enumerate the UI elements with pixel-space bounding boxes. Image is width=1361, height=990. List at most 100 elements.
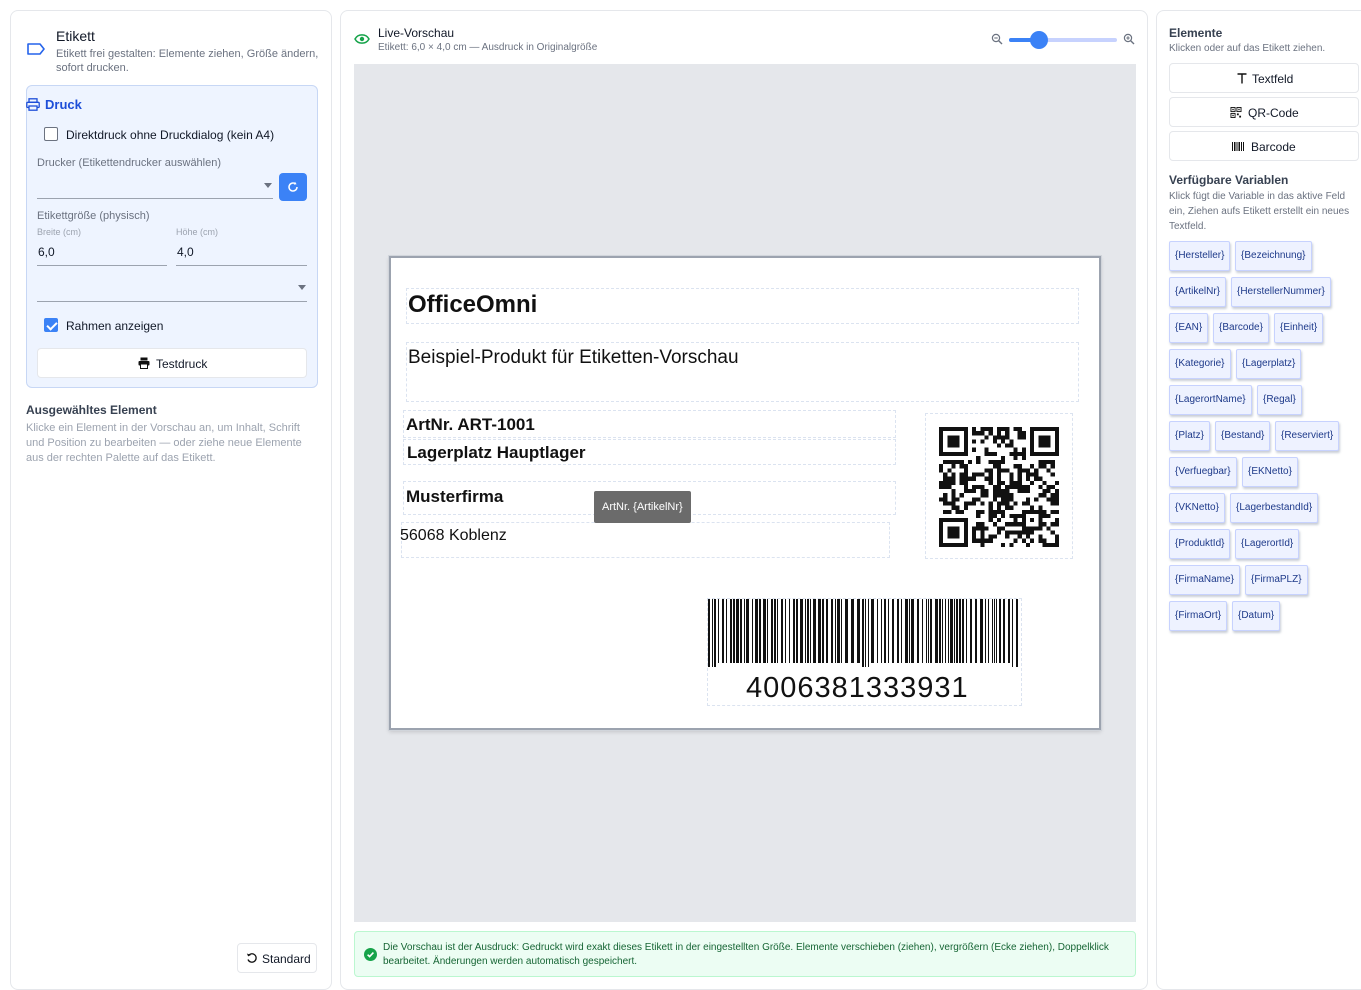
barcode-bar xyxy=(948,599,949,663)
variable-chip[interactable]: {FirmaName} xyxy=(1169,565,1240,595)
barcode-bar xyxy=(822,599,824,663)
refresh-printers-button[interactable] xyxy=(279,173,307,201)
variable-chip[interactable]: {ProduktId} xyxy=(1169,529,1231,559)
selected-element-title: Ausgewähltes Element xyxy=(26,403,157,417)
qr-module xyxy=(996,526,1002,531)
variable-chip[interactable]: {Bestand} xyxy=(1215,421,1271,451)
variable-chip[interactable]: {LagerortId} xyxy=(1235,529,1300,559)
qr-module xyxy=(976,455,981,461)
test-print-button[interactable]: Testdruck xyxy=(37,348,307,378)
qr-module xyxy=(1025,534,1031,539)
variable-chip[interactable]: {HerstellerNummer} xyxy=(1231,277,1331,307)
direct-print-checkbox[interactable] xyxy=(44,127,58,141)
add-qrcode-button[interactable]: QR-Code xyxy=(1169,97,1359,127)
variable-chip[interactable]: {LagerbestandId} xyxy=(1230,493,1319,523)
elements-title: Elemente xyxy=(1169,26,1223,40)
qr-module xyxy=(951,439,956,444)
variable-chip[interactable]: {ArtikelNr} xyxy=(1169,277,1227,307)
variable-chip[interactable]: {Barcode} xyxy=(1213,313,1269,343)
qr-module xyxy=(988,513,993,519)
add-barcode-button[interactable]: Barcode xyxy=(1169,131,1359,161)
qr-module xyxy=(943,509,948,514)
qr-module xyxy=(1021,522,1026,527)
barcode-bar xyxy=(922,599,923,663)
qr-module xyxy=(1046,468,1051,473)
qr-module xyxy=(1030,464,1035,469)
barcode-bar xyxy=(818,599,821,663)
qr-module xyxy=(955,427,960,432)
qr-module xyxy=(943,427,948,432)
qr-module xyxy=(1054,534,1059,539)
printer-select[interactable] xyxy=(37,179,273,199)
zoom-in-icon[interactable] xyxy=(1123,33,1135,45)
qr-module xyxy=(939,468,944,473)
qr-module xyxy=(951,542,956,547)
variable-chip[interactable]: {Verfuegbar} xyxy=(1169,457,1237,487)
qr-module xyxy=(1001,460,1006,465)
barcode-bar xyxy=(909,599,910,663)
barcode-bar xyxy=(746,599,749,663)
frame-label[interactable]: Rahmen anzeigen xyxy=(66,319,163,333)
add-textfield-button[interactable]: Textfeld xyxy=(1169,63,1359,93)
label-element-company[interactable]: OfficeOmni xyxy=(406,288,1079,324)
qr-module xyxy=(1042,480,1047,485)
variable-chip[interactable]: {Reserviert} xyxy=(1275,421,1340,451)
qr-module xyxy=(1046,443,1051,448)
qr-module xyxy=(1030,518,1035,523)
frame-checkbox[interactable] xyxy=(44,318,58,332)
qr-module xyxy=(1021,509,1026,514)
variable-chip[interactable]: {Kategorie} xyxy=(1169,349,1231,379)
barcode-bar xyxy=(871,599,874,663)
qr-module xyxy=(1050,522,1055,527)
qr-module xyxy=(947,443,952,448)
qr-module xyxy=(1025,501,1031,506)
qr-module xyxy=(947,484,952,490)
qr-module xyxy=(943,460,948,465)
qr-module xyxy=(980,493,985,498)
qr-module xyxy=(1013,427,1018,432)
label-element-bezeichnung[interactable]: Beispiel-Produkt für Etiketten-Vorschau xyxy=(406,342,1079,402)
height-input[interactable]: 4,0 xyxy=(176,242,307,266)
zoom-out-icon[interactable] xyxy=(991,33,1003,45)
zoom-slider[interactable] xyxy=(1009,31,1117,49)
qr-module xyxy=(963,464,968,469)
variable-chip[interactable]: {Datum} xyxy=(1232,601,1281,631)
qr-module xyxy=(996,501,1002,506)
label-element-qr[interactable] xyxy=(925,413,1073,559)
variable-chip[interactable]: {Regal} xyxy=(1257,385,1302,415)
qr-module xyxy=(943,480,948,485)
qr-module xyxy=(1021,447,1026,452)
size-preset-select[interactable] xyxy=(37,281,307,302)
reset-default-button[interactable]: Standard xyxy=(237,943,317,973)
variable-chip[interactable]: {FirmaOrt} xyxy=(1169,601,1228,631)
zoom-slider-thumb[interactable] xyxy=(1030,31,1049,49)
label-element-lagerplatz[interactable]: Lagerplatz Hauptlager xyxy=(403,439,896,465)
barcode-bar xyxy=(763,599,766,663)
variable-chip[interactable]: {VKNetto} xyxy=(1169,493,1225,523)
label-element-ort[interactable]: 56068 Koblenz xyxy=(400,522,890,558)
direct-print-label[interactable]: Direktdruck ohne Druckdialog (kein A4) xyxy=(66,128,274,142)
qr-module xyxy=(992,497,997,502)
qr-module xyxy=(1030,538,1035,543)
variable-chip[interactable]: {EAN} xyxy=(1169,313,1209,343)
width-input[interactable]: 6,0 xyxy=(37,242,167,266)
width-value: 6,0 xyxy=(38,245,55,259)
qr-module xyxy=(1017,522,1022,527)
printer-label: Drucker (Etikettendrucker auswählen) xyxy=(37,157,222,169)
variable-chip[interactable]: {Platz} xyxy=(1169,421,1210,451)
variable-chip[interactable]: {Lagerplatz} xyxy=(1236,349,1302,379)
variable-chip[interactable]: {Hersteller} xyxy=(1169,241,1231,271)
variable-chip[interactable]: {EKNetto} xyxy=(1242,457,1298,487)
variable-chip[interactable]: {Einheit} xyxy=(1274,313,1324,343)
label-element-barcode[interactable]: 4006381333931 xyxy=(707,598,1022,706)
qr-module xyxy=(1009,439,1014,444)
qr-module xyxy=(980,501,985,506)
qr-module xyxy=(1034,526,1039,531)
qr-module xyxy=(951,443,956,448)
variable-chip[interactable]: {FirmaPLZ} xyxy=(1245,565,1308,595)
label-element-artnr[interactable]: ArtNr. ART-1001 xyxy=(403,410,896,438)
qr-module xyxy=(996,493,1002,498)
qr-module xyxy=(980,439,985,444)
variable-chip[interactable]: {LagerortName} xyxy=(1169,385,1252,415)
variable-chip[interactable]: {Bezeichnung} xyxy=(1235,241,1312,271)
